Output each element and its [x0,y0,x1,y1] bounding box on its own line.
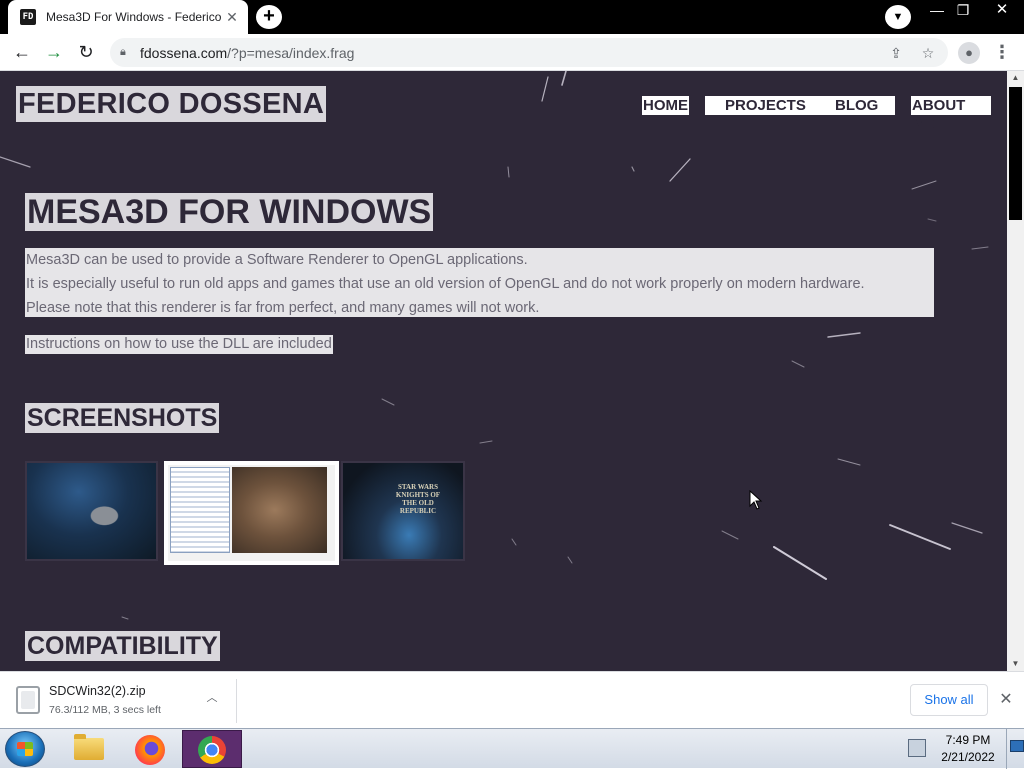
download-status: 76.3/112 MB, 3 secs left [49,704,161,716]
screenshot-thumbnail-2[interactable] [164,461,339,565]
nav-about-link[interactable]: ABOUT ME [911,96,991,133]
divider [236,679,237,723]
compatibility-heading: COMPATIBILITY [25,631,220,661]
instructions-note: Instructions on how to use the DLL are i… [25,335,333,354]
firefox-logo-icon [135,735,165,765]
mouse-cursor-icon [749,490,763,510]
tab-title: Mesa3D For Windows - Federico [46,10,222,24]
page-title: MESA3D FOR WINDOWS [25,193,434,231]
show-all-button[interactable]: Show all [910,684,988,716]
nav-blog-link[interactable]: BLOG [835,96,878,115]
arrow-right-icon[interactable]: → [42,40,66,64]
network-icon[interactable] [908,739,926,757]
starfield-background [0,71,989,620]
close-icon[interactable]: ✕ [996,690,1016,710]
plus-icon[interactable]: + [256,5,282,29]
taskbar: 7:49 PM 2/21/2022 [0,728,1024,769]
reload-icon[interactable]: ↻ [74,40,98,64]
restore-window-button[interactable]: ❐ [948,0,978,20]
intro-line: It is especially useful to run old apps … [26,276,865,292]
address-bar[interactable]: 🔒︎ fdossena.com/?p=mesa/index.frag ⇪ ☆ [110,38,948,67]
share-icon[interactable]: ⇪ [886,43,906,63]
scroll-up-arrow-icon[interactable]: ▲ [1007,71,1024,85]
thumbnail-rock-render [232,467,327,553]
thumbnail-settings-window [170,467,230,553]
nav-home-link[interactable]: HOME [642,96,689,115]
intro-paragraph: Mesa3D can be used to provide a Software… [25,248,934,317]
thumbnail-game-logo: STAR WARS KNIGHTS OF THE OLD REPUBLIC [395,483,441,515]
clock-date[interactable]: 2/21/2022 [932,750,1004,764]
close-window-button[interactable]: ✕ [984,0,1020,20]
scroll-down-arrow-icon[interactable]: ▼ [1007,657,1024,671]
site-favicon-icon: FD [20,9,36,25]
browser-toolbar: ← → ↻ 🔒︎ fdossena.com/?p=mesa/index.frag… [0,34,1024,71]
scrollbar-thumb[interactable] [1009,87,1022,220]
site-logo-title[interactable]: FEDERICO DOSSENA [16,86,327,122]
close-icon[interactable]: ✕ [224,9,240,25]
screenshot-thumbnail-1[interactable] [25,461,158,561]
nav-projects-link[interactable]: PROJECTS [725,97,806,114]
chevron-down-icon[interactable]: ▼ [885,5,911,29]
chrome-icon[interactable] [182,730,242,768]
file-explorer-icon[interactable] [58,730,118,768]
browser-tab[interactable]: FD Mesa3D For Windows - Federico ✕ [8,0,248,34]
star-icon[interactable]: ☆ [918,43,938,63]
intro-line: Please note that this renderer is far fr… [26,300,540,316]
tab-strip: FD Mesa3D For Windows - Federico ✕ + ▼ —… [0,0,1024,34]
download-bar: SDCWin32(2).zip 76.3/112 MB, 3 secs left… [0,671,1024,728]
lock-icon[interactable]: 🔒︎ [120,46,132,60]
download-file-name[interactable]: SDCWin32(2).zip [49,684,146,698]
show-desktop-icon[interactable] [1006,729,1024,769]
arrow-left-icon[interactable]: ← [10,40,34,64]
kebab-menu-icon[interactable]: ⋮ [992,40,1012,64]
intro-line: Mesa3D can be used to provide a Software… [26,252,528,268]
folder-icon [74,734,104,760]
page-viewport: FEDERICO DOSSENA HOME PROJECTS BLOG ABOU… [0,71,1007,671]
file-download-icon[interactable] [16,686,40,714]
nav-projects-blog-group: PROJECTS BLOG [705,96,895,115]
page-scrollbar[interactable]: ▲ ▼ [1007,71,1024,671]
url-path: /?p=mesa/index.frag [227,44,355,61]
chrome-logo-icon [198,736,226,764]
chevron-up-icon[interactable]: ︿ [204,690,220,706]
screenshot-thumbnail-3[interactable]: STAR WARS KNIGHTS OF THE OLD REPUBLIC [341,461,465,561]
url-text[interactable]: fdossena.com/?p=mesa/index.frag [140,45,874,61]
windows-start-icon[interactable] [5,731,45,767]
url-host: fdossena.com [140,44,228,61]
firefox-icon[interactable] [120,730,180,768]
clock-time[interactable]: 7:49 PM [932,733,1004,747]
screenshots-heading: SCREENSHOTS [25,403,220,433]
person-icon[interactable]: ● [958,42,980,64]
